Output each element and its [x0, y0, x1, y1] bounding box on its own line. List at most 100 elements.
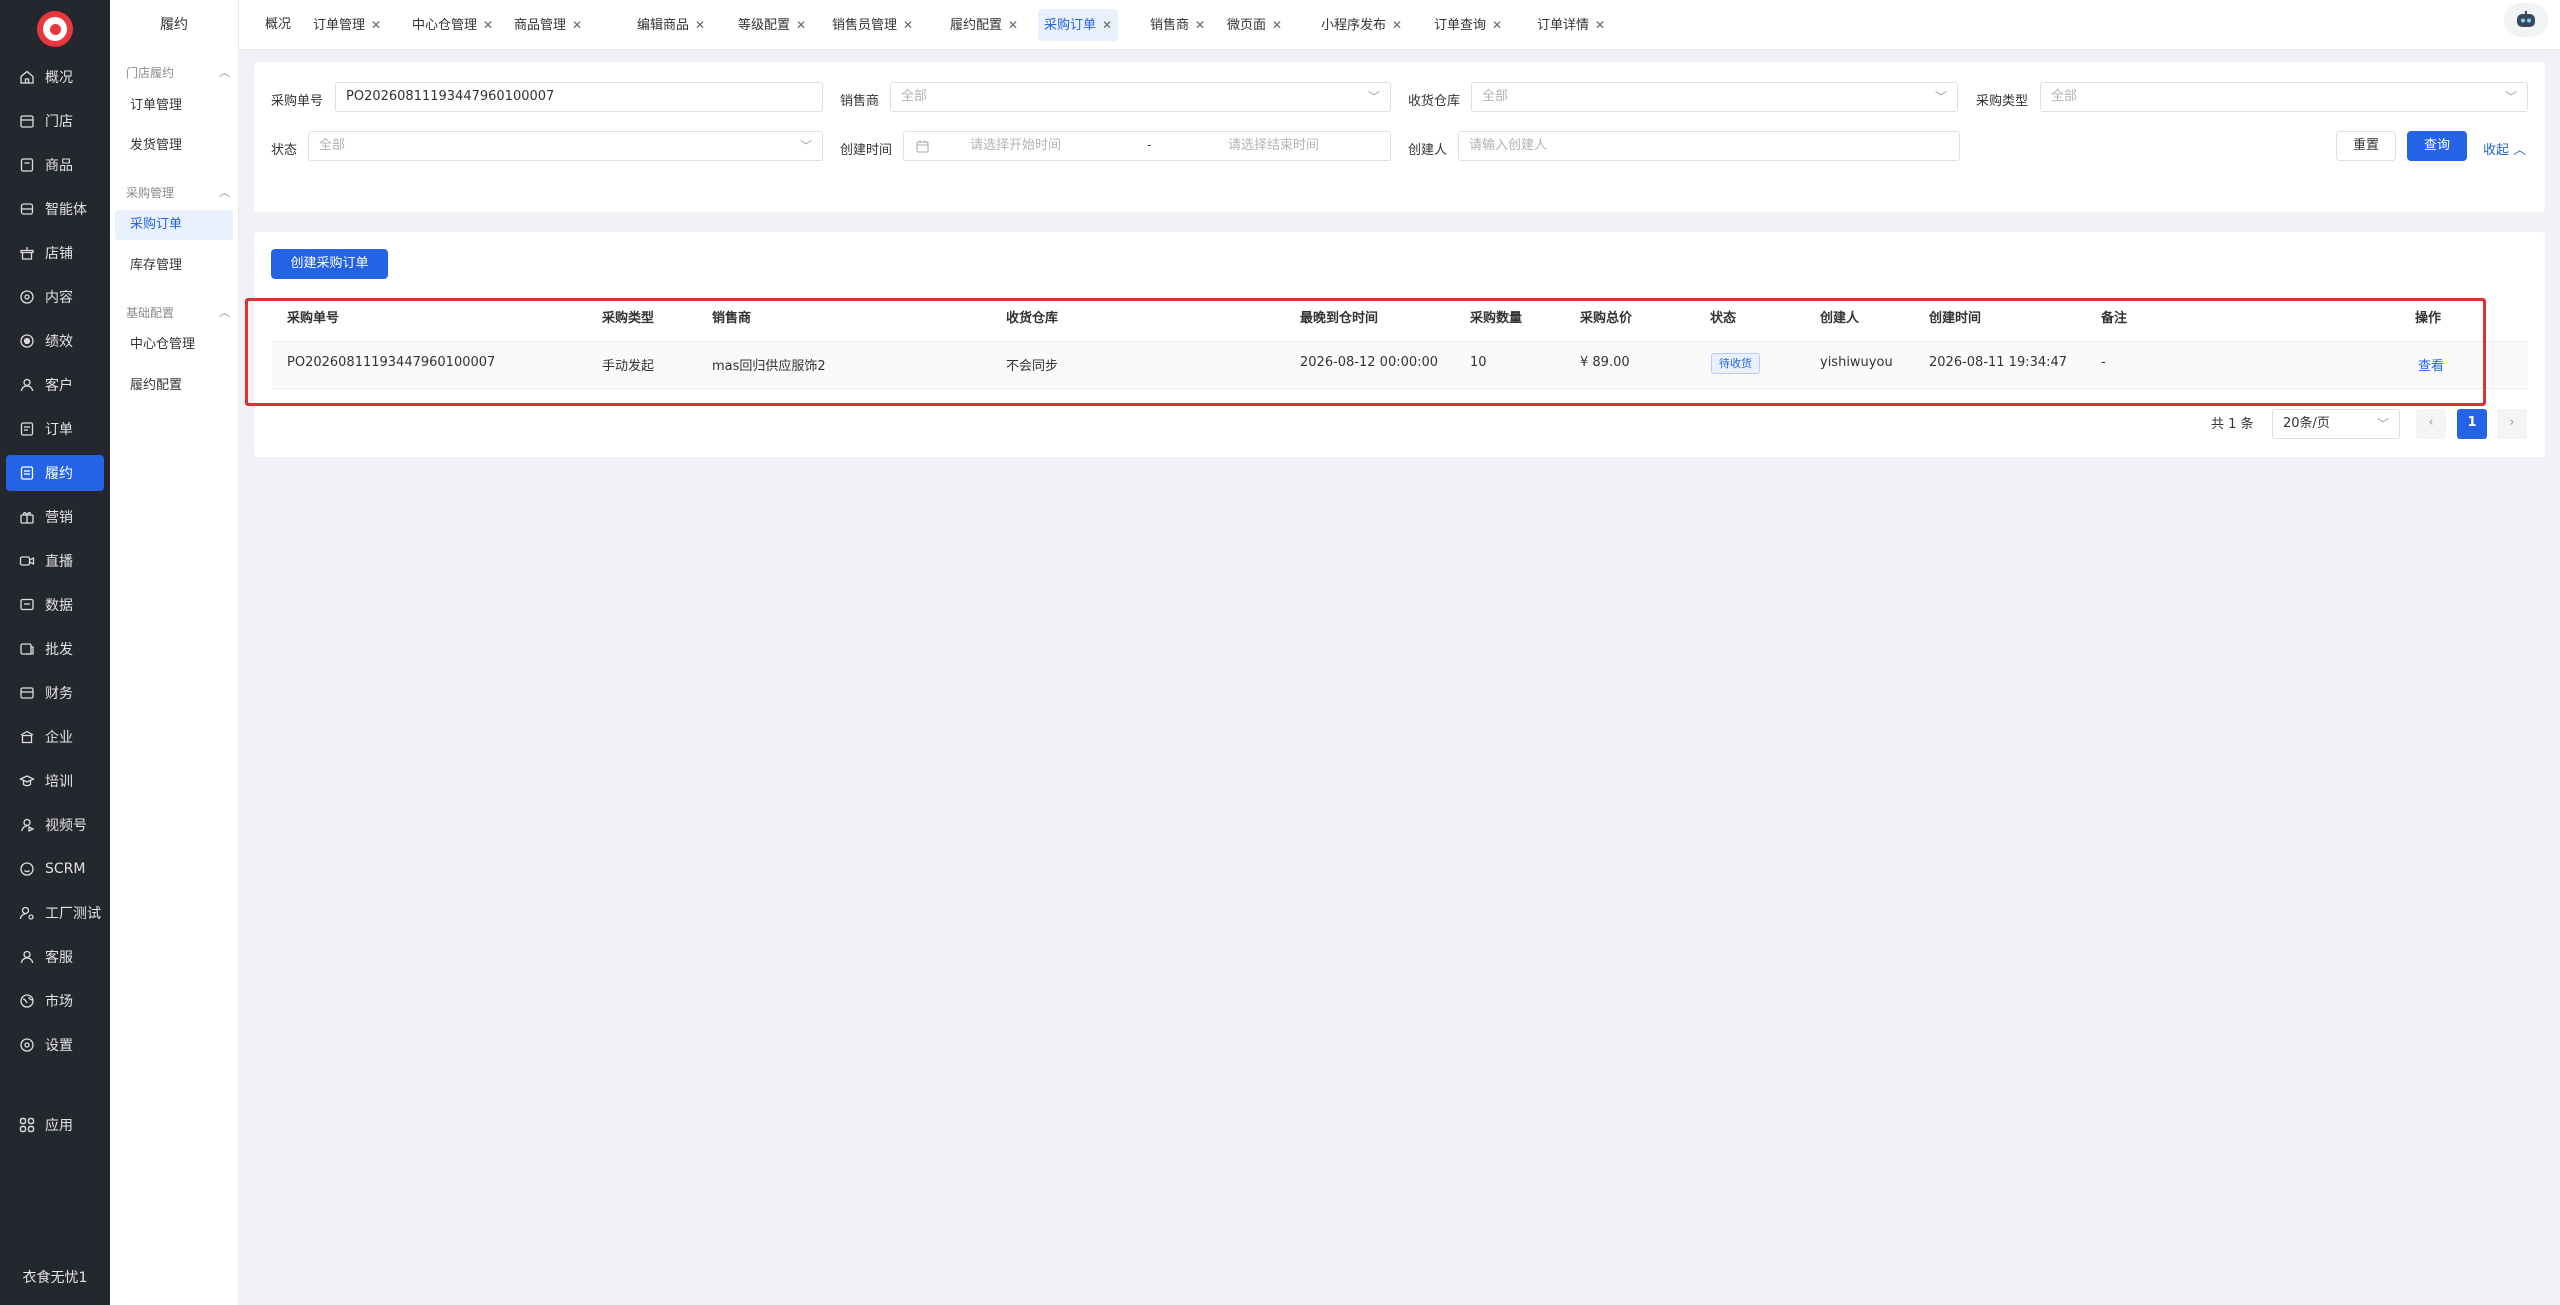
subnav-group-store[interactable]: 门店履约 ︿ [126, 64, 230, 81]
purchase-type-select[interactable]: 全部 ﹀ [2040, 82, 2528, 112]
sidebar-item-apps[interactable]: 应用 [6, 1107, 104, 1143]
video-icon [21, 818, 35, 833]
service-icon [20, 950, 34, 964]
subnav-item-inventory-management[interactable]: 库存管理 [115, 251, 233, 281]
close-icon[interactable]: ✕ [1272, 18, 1282, 32]
sidebar-item-agent[interactable]: 智能体 [6, 191, 104, 227]
tab-label: 编辑商品 [637, 18, 690, 33]
close-icon[interactable]: ✕ [1392, 18, 1402, 32]
creator-label: 创建人 [1408, 143, 1448, 158]
tab-label: 采购订单 [1044, 18, 1097, 33]
close-icon[interactable]: ✕ [903, 18, 913, 32]
tab-11[interactable]: 小程序发布 ✕ [1315, 9, 1408, 41]
subnav-title: 履约 [160, 17, 188, 33]
sidebar-item-store[interactable]: 门店 [6, 103, 104, 139]
sidebar-item-performance[interactable]: 绩效 [6, 323, 104, 359]
factory-icon [19, 906, 34, 920]
sidebar-item-wholesale[interactable]: 批发 [6, 631, 104, 667]
sidebar-item-data[interactable]: 数据 [6, 587, 104, 623]
page-size-select[interactable]: 20条/页 ﹀ [2272, 409, 2400, 439]
settings-icon [20, 1038, 34, 1052]
tab-label: 等级配置 [738, 18, 791, 33]
collapse-toggle[interactable]: 收起 ︿ [2483, 139, 2526, 158]
tab-9[interactable]: 销售商 ✕ [1144, 9, 1211, 41]
start-time-placeholder[interactable]: 请选择开始时间 [970, 132, 1061, 160]
subnav-group-purchase[interactable]: 采购管理 ︿ [126, 184, 230, 201]
sidebar-item-live[interactable]: 直播 [6, 543, 104, 579]
sidebar-item-order[interactable]: 订单 [6, 411, 104, 447]
tab-0[interactable]: 概况 [259, 9, 297, 41]
chevron-down-icon: ﹀ [799, 139, 812, 153]
close-icon[interactable]: ✕ [1492, 18, 1502, 32]
app-logo[interactable] [37, 11, 73, 47]
goods-icon [20, 158, 34, 172]
close-icon[interactable]: ✕ [483, 18, 493, 32]
sidebar-item-goods[interactable]: 商品 [6, 147, 104, 183]
tab-3[interactable]: 商品管理 ✕ [508, 9, 588, 41]
seller-select[interactable]: 全部 ﹀ [890, 82, 1391, 112]
subnav-item-fulfillment-config[interactable]: 履约配置 [115, 371, 233, 401]
warehouse-select[interactable]: 全部 ﹀ [1471, 82, 1958, 112]
sidebar-item-settings[interactable]: 设置 [6, 1027, 104, 1063]
close-icon[interactable]: ✕ [1195, 18, 1205, 32]
sidebar-item-fulfillment[interactable]: 履约 [6, 455, 104, 491]
search-button[interactable]: 查询 [2407, 131, 2467, 161]
subnav-group-basic-config[interactable]: 基础配置 ︿ [126, 304, 230, 321]
sidebar-item-finance[interactable]: 财务 [6, 675, 104, 711]
tab-4[interactable]: 编辑商品 ✕ [631, 9, 711, 41]
sidebar-item-scrm[interactable]: SCRM [6, 851, 104, 887]
sidebar-item-factory[interactable]: 工厂测试 [6, 895, 104, 931]
account-name[interactable]: 衣食无忧1 [0, 1267, 110, 1287]
po-number-input[interactable]: PO20260811193447960100007 [335, 82, 823, 112]
sidebar-item-label: 营销 [45, 510, 73, 526]
sidebar-item-home[interactable]: 概况 [6, 59, 104, 95]
sidebar-item-label: 智能体 [45, 202, 87, 218]
sidebar-item-content[interactable]: 内容 [6, 279, 104, 315]
close-icon[interactable]: ✕ [695, 18, 705, 32]
sidebar-item-training[interactable]: 培训 [6, 763, 104, 799]
reset-button[interactable]: 重置 [2336, 131, 2396, 161]
page-1-button[interactable]: 1 [2457, 409, 2487, 439]
po-number-label: 采购单号 [271, 94, 324, 109]
assistant-robot-icon[interactable] [2504, 3, 2548, 37]
chevron-down-icon: ﹀ [2376, 417, 2389, 431]
tab-1[interactable]: 订单管理 ✕ [307, 9, 387, 41]
create-time-range[interactable]: 请选择开始时间 - 请选择结束时间 [903, 131, 1391, 161]
status-select[interactable]: 全部 ﹀ [308, 131, 823, 161]
close-icon[interactable]: ✕ [1102, 18, 1112, 32]
tab-5[interactable]: 等级配置 ✕ [732, 9, 812, 41]
close-icon[interactable]: ✕ [1595, 18, 1605, 32]
tab-13[interactable]: 订单详情 ✕ [1531, 9, 1611, 41]
end-time-placeholder[interactable]: 请选择结束时间 [1228, 132, 1319, 160]
tab-10[interactable]: 微页面 ✕ [1221, 9, 1288, 41]
sidebar-item-market[interactable]: 市场 [6, 983, 104, 1019]
sidebar-item-enterprise[interactable]: 企业 [6, 719, 104, 755]
tab-12[interactable]: 订单查询 ✕ [1428, 9, 1508, 41]
range-separator: - [1147, 138, 1152, 153]
subnav-item-purchase-order[interactable]: 采购订单 [115, 210, 233, 240]
sidebar-item-video[interactable]: 视频号 [6, 807, 104, 843]
sidebar-item-shop[interactable]: 店铺 [6, 235, 104, 271]
create-time-label: 创建时间 [840, 143, 893, 158]
sidebar-item-customer[interactable]: 客户 [6, 367, 104, 403]
subnav-item-shipping-management[interactable]: 发货管理 [115, 131, 233, 161]
close-icon[interactable]: ✕ [572, 18, 582, 32]
tab-6[interactable]: 销售员管理 ✕ [826, 9, 919, 41]
close-icon[interactable]: ✕ [1008, 18, 1018, 32]
tab-8[interactable]: 采购订单 ✕ [1038, 9, 1119, 41]
page-tabs: 概况 订单管理 ✕ 中心仓管理 ✕ 商品管理 ✕ 编辑商品 ✕ 等级配置 ✕ 销售员管理 ✕ 履约配置 ✕ 采… [239, 0, 2560, 50]
tab-7[interactable]: 履约配置 ✕ [944, 9, 1024, 41]
close-icon[interactable]: ✕ [371, 18, 381, 32]
tab-2[interactable]: 中心仓管理 ✕ [406, 9, 499, 41]
purchase-type-label: 采购类型 [1976, 94, 2029, 109]
next-page-button[interactable]: › [2497, 409, 2527, 439]
sidebar-item-label: 客户 [45, 378, 73, 394]
creator-input[interactable]: 请输入创建人 [1458, 131, 1960, 161]
subnav-item-order-management[interactable]: 订单管理 [115, 91, 233, 121]
prev-page-button[interactable]: ‹ [2416, 409, 2446, 439]
create-purchase-order-button[interactable]: 创建采购订单 [271, 249, 388, 279]
subnav-item-central-warehouse[interactable]: 中心仓管理 [115, 330, 233, 360]
close-icon[interactable]: ✕ [796, 18, 806, 32]
sidebar-item-gift[interactable]: 营销 [6, 499, 104, 535]
sidebar-item-service[interactable]: 客服 [6, 939, 104, 975]
